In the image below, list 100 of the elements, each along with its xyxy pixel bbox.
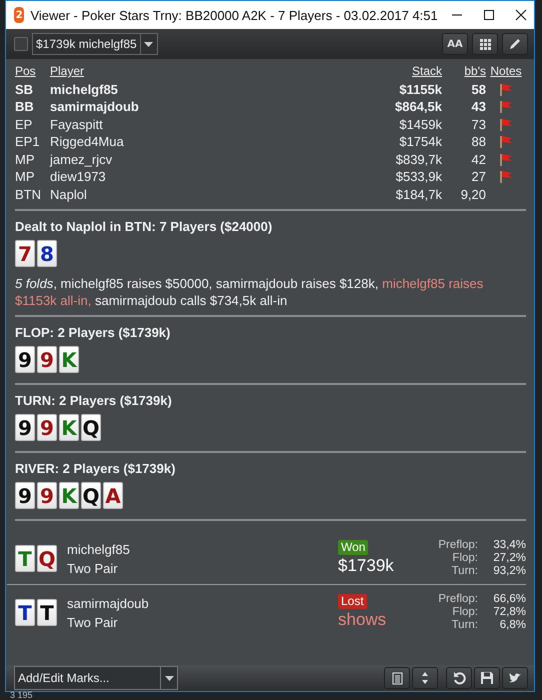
notes-button[interactable] [384,667,410,689]
maximize-icon [482,9,495,21]
edit-button[interactable] [502,33,528,55]
result-badge: Lost [338,594,367,609]
hand-select[interactable]: $1739k michelgf85 [32,33,158,55]
flag-icon[interactable] [499,118,513,131]
position-cell-text: MP [15,168,36,186]
flag-icon[interactable] [499,170,513,184]
hand-rank: Two Pair [67,614,119,632]
player-cell-text: Rigged4Mua [50,133,125,150]
refresh-button[interactable] [446,667,472,689]
save-button[interactable] [474,667,500,689]
hand-rank: Two Pair [67,560,119,578]
position-cell-text: MP [15,150,36,168]
player-cell-text: samirmajdoub [50,98,140,116]
stack-cell-text: $1459k [398,116,442,133]
equity-value: 72,8% [492,606,526,619]
playing-card: Q [81,482,101,509]
sort-button[interactable] [412,667,438,689]
equity-value: 93,2% [492,565,526,578]
equity-value: 66,6% [492,593,526,606]
result-amount: $1739k [338,555,394,577]
playing-card: 9 [15,346,35,373]
playing-card: T [15,545,35,572]
equity-label: Preflop: [437,593,478,606]
result-badge: Won [338,540,368,555]
caret-icon [144,42,154,46]
stack-cell-text: $864,5k [394,98,442,116]
player-cell-text: diew1973 [50,168,107,186]
playing-card: T [15,599,35,626]
big-blinds-cell-text: 9,20 [460,186,486,203]
flag-icon[interactable] [499,82,513,96]
big-blinds-cell-text: 58 [470,80,486,98]
big-blinds-cell-text: 43 [470,98,486,116]
street-heading: Dealt to Naplol in BTN: 7 Players ($24000) [15,219,274,234]
flag-icon[interactable] [499,135,513,148]
player-cell-text: Fayaspitt [50,116,104,133]
playing-card: A [103,482,123,509]
stack-cell-text: $1155k [398,80,442,98]
column-header[interactable]: Player [50,63,372,80]
playing-card: K [59,414,79,441]
column-header[interactable]: Notes [490,63,522,80]
column-header[interactable]: Pos [15,63,50,80]
big-blinds-cell-text: 73 [470,116,486,133]
marks-select[interactable]: Add/Edit Marks... [14,666,178,690]
column-header[interactable]: bb's [442,63,486,80]
playing-card: Q [37,545,57,572]
flag-icon[interactable] [499,100,513,114]
refresh-icon [452,671,466,685]
grid-icon [480,38,490,50]
position-cell-text: EP1 [15,133,41,150]
big-blinds-cell-text: 88 [470,133,486,150]
stack-cell-text: $533,9k [394,168,442,186]
close-icon [514,9,527,21]
pencil-icon [508,37,522,51]
playing-card: 9 [37,414,57,441]
result-amount: shows [338,609,386,631]
equity-label: Turn: [450,565,478,578]
street-heading: RIVER: 2 Players ($1739k) [15,461,176,476]
street-heading: FLOP: 2 Players ($1739k) [15,325,172,340]
save-icon [480,671,494,685]
window-title: Viewer - Poker Stars Trny: BB20000 A2K - 7 Players - 03.02.2017 4:51 [30,8,438,22]
grid-button[interactable] [472,33,498,55]
big-blinds-cell-text: 27 [470,168,486,186]
player-cell-text: michelgf85 [50,80,119,98]
equity-label: Preflop: [437,539,478,552]
playing-card: 9 [15,414,35,441]
playing-card: 9 [15,482,35,509]
playing-card: T [37,599,57,626]
share-button[interactable] [502,667,528,689]
player-cell-text: Naplol [50,186,88,203]
flag-icon[interactable] [499,152,513,166]
column-header[interactable]: Stack [372,63,442,80]
equity-value: 33,4% [492,539,526,552]
app-logo: 2 [14,7,24,23]
equity-label: Turn: [450,619,478,632]
playing-card: K [59,482,79,509]
font-size-button[interactable]: AA [442,33,468,55]
position-cell-text: BB [15,98,35,116]
checkbox[interactable] [14,37,28,51]
notepad-icon [390,671,404,685]
equity-value: 27,2% [492,552,526,565]
equity-value: 6,8% [498,619,526,632]
bird-icon [508,671,522,685]
street-heading: TURN: 2 Players ($1739k) [15,393,173,408]
stack-cell-text: $839,7k [394,150,442,168]
playing-card: Q [81,414,101,441]
big-blinds-cell-text: 42 [470,150,486,168]
position-cell-text: SB [15,80,34,98]
player-cell-text: jamez_rjcv [50,150,114,168]
position-cell-text: BTN [15,186,42,203]
stack-cell-text: $1754k [398,133,442,150]
playing-card: 8 [37,240,57,267]
equity-label: Flop: [451,606,478,619]
player-name: michelgf85 [67,540,131,558]
player-name: samirmajdoub [67,594,150,612]
playing-card: K [59,346,79,373]
equity-label: Flop: [451,552,478,565]
position-cell-text: EP [15,116,34,133]
stack-cell-text: $184,7k [394,186,442,203]
